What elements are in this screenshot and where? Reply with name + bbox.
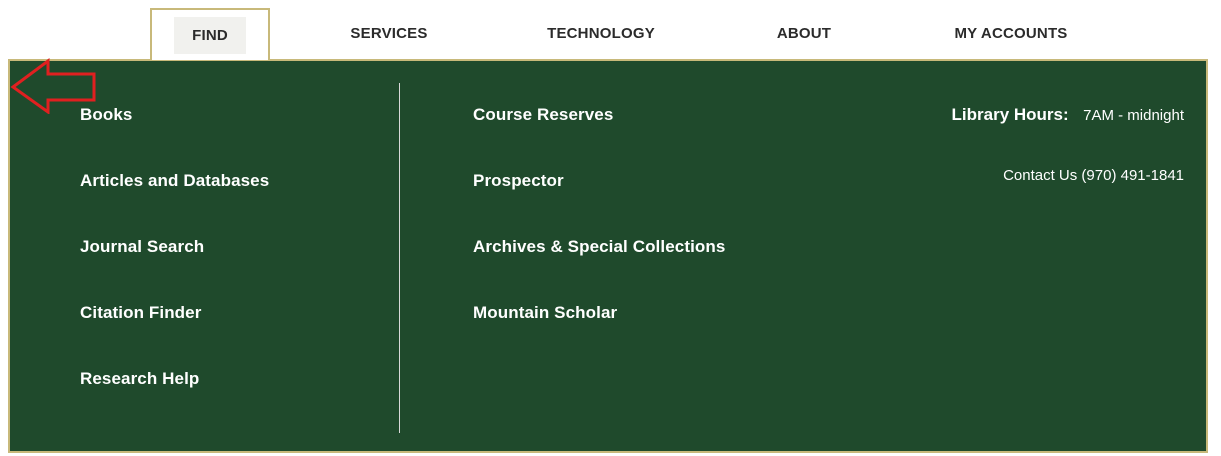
- link-research-help[interactable]: Research Help: [80, 369, 199, 389]
- library-hours: Library Hours: 7AM - midnight: [952, 105, 1184, 125]
- nav-technology[interactable]: TECHNOLOGY: [530, 8, 672, 58]
- link-citation-finder[interactable]: Citation Finder: [80, 303, 201, 323]
- nav-about[interactable]: ABOUT: [760, 8, 848, 58]
- top-nav: FIND SERVICES TECHNOLOGY ABOUT MY ACCOUN…: [0, 0, 1221, 60]
- link-mountain-scholar[interactable]: Mountain Scholar: [473, 303, 617, 323]
- link-journal-search[interactable]: Journal Search: [80, 237, 204, 257]
- library-hours-value: 7AM - midnight: [1083, 107, 1184, 124]
- library-hours-label: Library Hours:: [951, 105, 1069, 124]
- nav-find-label: FIND: [174, 16, 246, 54]
- nav-services[interactable]: SERVICES: [330, 8, 448, 58]
- nav-find[interactable]: FIND: [150, 8, 270, 60]
- nav-my-accounts[interactable]: MY ACCOUNTS: [940, 8, 1082, 58]
- link-archives-special-collections[interactable]: Archives & Special Collections: [473, 237, 725, 257]
- contact-us-link[interactable]: Contact Us (970) 491-1841: [1003, 167, 1184, 184]
- nav-services-label: SERVICES: [350, 24, 428, 42]
- link-articles-databases[interactable]: Articles and Databases: [80, 171, 269, 191]
- nav-technology-label: TECHNOLOGY: [547, 24, 655, 42]
- link-prospector[interactable]: Prospector: [473, 171, 564, 191]
- left-arrow-icon: [10, 58, 96, 114]
- nav-my-accounts-label: MY ACCOUNTS: [954, 24, 1068, 42]
- link-course-reserves[interactable]: Course Reserves: [473, 105, 613, 125]
- find-dropdown-panel: Books Articles and Databases Journal Sea…: [8, 59, 1208, 453]
- nav-about-label: ABOUT: [776, 24, 832, 42]
- column-divider: [399, 83, 400, 433]
